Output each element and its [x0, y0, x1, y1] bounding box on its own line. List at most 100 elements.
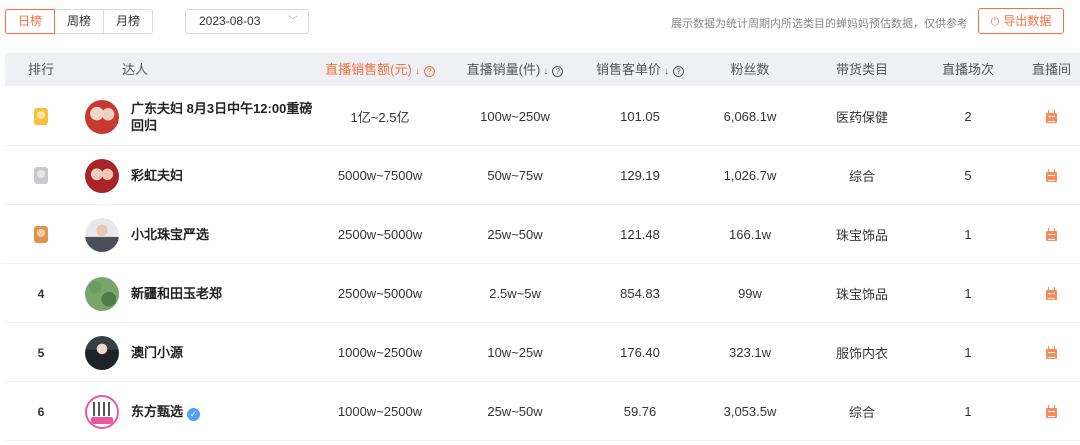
live-tv-icon[interactable]: [1046, 287, 1057, 300]
header-unit-price[interactable]: 销售客单价 ↓?: [580, 53, 700, 86]
header-unit-price-label: 销售客单价: [595, 62, 661, 77]
live-room-cell[interactable]: [1023, 382, 1080, 441]
header-followers: 粉丝数: [730, 62, 770, 77]
influencer-cell[interactable]: 澳门小源: [85, 323, 325, 382]
avatar[interactable]: [85, 158, 119, 193]
sales-amount-cell: 5000w~7500w: [337, 168, 423, 183]
sales-volume-cell: 10w~25w: [487, 345, 543, 360]
rank-medal-bronze-icon: [34, 226, 48, 243]
toolbar: 日榜 周榜 月榜 2023-08-03 ﹀ 展示数据为统计周期内所选类目的蝉妈妈…: [0, 0, 1080, 46]
unit-price-cell: 854.83: [620, 286, 660, 301]
live-tv-icon[interactable]: [1046, 169, 1057, 182]
sort-down-icon: ↓: [543, 66, 549, 77]
header-category: 带货类目: [835, 62, 888, 77]
table-row[interactable]: 小北珠宝严选 2500w~5000w 25w~50w 121.48 166.1w 珠宝饰品…: [5, 205, 1080, 264]
sales-amount-cell: 1000w~2500w: [337, 404, 423, 419]
tab-monthly[interactable]: 月榜: [103, 9, 154, 34]
period-tabs: 日榜 周榜 月榜: [5, 9, 154, 34]
header-sales-volume[interactable]: 直播销量(件) ↓?: [450, 53, 580, 86]
header-sales-amount-label: 直播销售额(元): [325, 62, 412, 77]
rank-cell: 6: [5, 382, 77, 441]
sales-amount-cell: 2500w~5000w: [337, 286, 423, 301]
followers-cell: 6,068.1w: [723, 109, 777, 124]
live-room-cell[interactable]: [1023, 87, 1080, 146]
avatar[interactable]: [85, 335, 119, 370]
tab-daily[interactable]: 日榜: [5, 9, 56, 34]
influencer-cell[interactable]: 彩虹夫妇: [85, 146, 325, 205]
sales-volume-cell: 25w~50w: [487, 227, 543, 242]
rank-cell: [5, 87, 77, 146]
sessions-cell: 1: [964, 345, 972, 360]
influencer-name[interactable]: 澳门小源: [131, 344, 321, 361]
followers-cell: 3,053.5w: [723, 404, 777, 419]
influencer-name[interactable]: 新疆和田玉老郑: [131, 285, 321, 302]
rank-cell: [5, 146, 77, 205]
table-header: 排行 达人 直播销售额(元) ↓? 直播销量(件) ↓? 销售客单价 ↓? 粉丝数 带…: [5, 53, 1080, 86]
sessions-cell: 2: [964, 109, 972, 124]
category-cell: 综合: [848, 169, 875, 184]
live-tv-icon[interactable]: [1046, 228, 1057, 241]
live-tv-icon[interactable]: [1046, 405, 1057, 418]
table-row[interactable]: 广东夫妇 8月3日中午12:00重磅回归 1亿~2.5亿 100w~250w 101.…: [5, 87, 1080, 146]
unit-price-cell: 121.48: [620, 227, 660, 242]
header-live-room: 直播间: [1031, 62, 1071, 77]
live-tv-icon[interactable]: [1046, 110, 1057, 123]
sessions-cell: 5: [964, 168, 972, 183]
avatar[interactable]: [85, 99, 119, 134]
tab-weekly[interactable]: 周榜: [54, 9, 105, 34]
sales-volume-cell: 50w~75w: [487, 168, 543, 183]
rank-medal-gold-icon: [34, 108, 48, 125]
help-icon[interactable]: ?: [552, 66, 564, 77]
live-room-cell[interactable]: [1023, 264, 1080, 323]
live-room-cell[interactable]: [1023, 205, 1080, 264]
influencer-name[interactable]: 小北珠宝严选: [131, 226, 321, 243]
table-row[interactable]: 4 新疆和田玉老郑 2500w~5000w 2.5w~5w 854.83 99w 珠宝饰品 1: [5, 264, 1080, 323]
influencer-cell[interactable]: 小北珠宝严选: [85, 205, 325, 264]
rank-number: 4: [37, 286, 45, 301]
header-influencer: 达人: [121, 62, 148, 77]
verified-icon: ✓: [187, 407, 201, 421]
date-value: 2023-08-03: [199, 14, 261, 28]
sales-volume-cell: 2.5w~5w: [489, 286, 541, 301]
avatar[interactable]: [85, 276, 119, 311]
header-sales-amount[interactable]: 直播销售额(元) ↓?: [305, 53, 455, 86]
sales-volume-cell: 100w~250w: [480, 109, 550, 124]
export-data-button[interactable]: ⏻ 导出数据: [978, 8, 1064, 34]
influencer-cell[interactable]: 东方甄选 ✓: [85, 382, 325, 441]
table-row[interactable]: 5 澳门小源 1000w~2500w 10w~25w 176.40 323.1w 服饰内衣 1: [5, 323, 1080, 382]
table-row[interactable]: 6 东方甄选 ✓ 1000w~2500w 25w~50w 59.76 3,053.5w 综合 1: [5, 382, 1080, 441]
influencer-cell[interactable]: 新疆和田玉老郑: [85, 264, 325, 323]
export-label: 导出数据: [1003, 14, 1052, 28]
category-cell: 医药保健: [835, 110, 888, 125]
export-icon: ⏻: [990, 16, 1000, 28]
influencer-cell[interactable]: 广东夫妇 8月3日中午12:00重磅回归: [85, 87, 325, 146]
influencer-name[interactable]: 广东夫妇 8月3日中午12:00重磅回归: [131, 100, 321, 134]
sales-amount-cell: 1000w~2500w: [337, 345, 423, 360]
followers-cell: 323.1w: [729, 345, 771, 360]
live-room-cell[interactable]: [1023, 146, 1080, 205]
influencer-name[interactable]: 彩虹夫妇: [131, 167, 321, 184]
sales-volume-cell: 25w~50w: [487, 404, 543, 419]
avatar[interactable]: [85, 217, 119, 252]
sessions-cell: 1: [964, 404, 972, 419]
category-cell: 综合: [848, 405, 875, 420]
influencer-name[interactable]: 东方甄选 ✓: [131, 403, 321, 421]
rank-cell: 4: [5, 264, 77, 323]
live-tv-icon[interactable]: [1046, 346, 1057, 359]
table-row[interactable]: 彩虹夫妇 5000w~7500w 50w~75w 129.19 1,026.7w 综合 5: [5, 146, 1080, 205]
followers-cell: 99w: [738, 286, 762, 301]
avatar[interactable]: [85, 394, 119, 429]
rank-cell: 5: [5, 323, 77, 382]
unit-price-cell: 59.76: [623, 404, 657, 419]
category-cell: 服饰内衣: [835, 346, 888, 361]
help-icon[interactable]: ?: [673, 66, 684, 77]
rank-number: 6: [37, 404, 45, 419]
sessions-cell: 1: [964, 227, 972, 242]
help-icon[interactable]: ?: [423, 66, 435, 77]
date-picker[interactable]: 2023-08-03 ﹀: [185, 9, 309, 34]
chevron-down-icon: ﹀: [288, 16, 298, 27]
sales-amount-cell: 2500w~5000w: [337, 227, 423, 242]
live-room-cell[interactable]: [1023, 323, 1080, 382]
rank-cell: [5, 205, 77, 264]
rank-number: 5: [37, 345, 45, 360]
